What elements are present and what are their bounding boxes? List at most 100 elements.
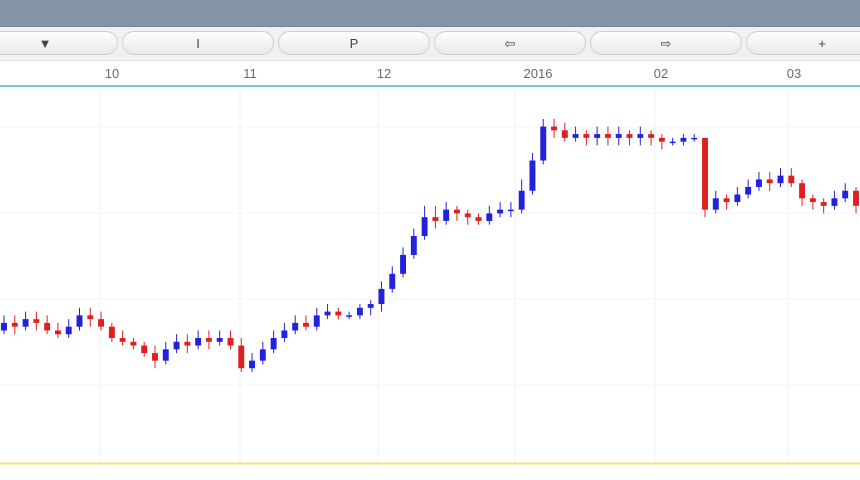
candle-down [130, 341, 137, 346]
candle-down [551, 126, 557, 131]
candle-up [594, 134, 601, 138]
candle-up [367, 304, 374, 308]
candle-down [453, 209, 460, 214]
scroll-left-button[interactable]: ⇦ [434, 31, 586, 55]
candle-down [238, 345, 245, 369]
chart-area[interactable] [0, 87, 860, 480]
scroll-right-button[interactable]: ⇨ [590, 31, 742, 55]
candle-up [572, 134, 579, 138]
p-icon: P [349, 35, 359, 51]
candle-down [184, 341, 191, 346]
candle-up [195, 338, 202, 346]
candle-down [98, 319, 105, 327]
candle-up [259, 349, 266, 361]
candle-up [389, 273, 396, 289]
candle-down [583, 134, 590, 138]
candle-up [615, 134, 622, 138]
candle-down [152, 353, 158, 361]
candle-up [65, 326, 72, 335]
double-arrow-right-icon: ⇨ [660, 35, 672, 51]
candle-down [799, 183, 806, 199]
candle-up [680, 137, 687, 142]
zoom-in-button[interactable]: + [746, 31, 860, 55]
candle-down [227, 338, 234, 346]
candle-up [529, 160, 536, 191]
chart-toolbar: ▼ I P ⇦ ⇨ + [0, 27, 860, 61]
candle-up [691, 137, 698, 140]
p-button[interactable]: P [278, 31, 430, 55]
candle-up [518, 190, 525, 210]
candle-up [313, 315, 320, 327]
candle-up [777, 175, 784, 184]
double-arrow-left-icon: ⇦ [504, 35, 516, 51]
candle-up [734, 194, 741, 203]
candle-up [410, 236, 417, 255]
candle-up [842, 190, 849, 199]
time-axis: 10 11 12 2016 02 03 [0, 61, 860, 87]
candle-up [507, 209, 514, 212]
candle-up [421, 217, 428, 237]
time-axis-label: 11 [243, 66, 257, 81]
candle-down [432, 217, 439, 221]
candle-down [335, 311, 342, 316]
candle-down [141, 345, 148, 354]
time-axis-label: 02 [653, 66, 669, 81]
candle-down [702, 137, 708, 210]
time-axis-label: 03 [786, 66, 802, 81]
time-axis-label: 10 [104, 66, 120, 81]
candle-down [475, 217, 482, 221]
window-title-bar [0, 0, 860, 27]
candle-down [853, 190, 859, 206]
candle-down [119, 338, 126, 342]
candle-down [723, 198, 730, 203]
candle-down [809, 198, 816, 203]
candle-up [216, 338, 223, 342]
candle-down [54, 330, 61, 335]
candle-down [766, 179, 773, 184]
dropdown-button[interactable]: ▼ [0, 31, 118, 55]
cursor-button[interactable]: I [122, 31, 274, 55]
candle-up [281, 330, 288, 339]
candle-down [108, 326, 115, 339]
candle-up [669, 141, 676, 144]
candle-down [33, 319, 40, 323]
plus-icon: + [818, 35, 826, 51]
candle-up [1, 322, 7, 331]
candle-up [486, 213, 493, 221]
candle-up [346, 315, 353, 317]
candle-down [626, 134, 633, 138]
candle-up [540, 126, 547, 161]
candle-down [11, 322, 18, 327]
candle-up [831, 198, 838, 206]
candle-up [162, 349, 169, 361]
candle-down [464, 213, 471, 218]
candle-down [303, 322, 309, 327]
time-axis-label: 12 [376, 66, 392, 81]
candle-up [745, 186, 752, 195]
candle-down [648, 134, 655, 138]
triangle-down-icon: ▼ [38, 35, 52, 51]
candle-down [561, 130, 568, 138]
candle-up [443, 209, 450, 221]
candle-down [604, 134, 611, 138]
candle-down [820, 202, 827, 206]
candle-up [292, 322, 299, 331]
candle-down [44, 322, 51, 331]
candle-up [378, 288, 385, 305]
candle-down [658, 137, 665, 142]
candle-up [76, 315, 83, 327]
candle-up [712, 198, 719, 210]
time-axis-label: 2016 [523, 66, 553, 81]
candlestick-chart [0, 87, 860, 465]
cursor-icon: I [196, 35, 200, 51]
candle-down [87, 315, 94, 320]
candle-up [22, 319, 29, 327]
candle-up [637, 134, 644, 138]
candle-up [173, 341, 180, 350]
candle-up [249, 360, 256, 369]
candle-up [356, 307, 363, 316]
candle-down [788, 175, 795, 184]
candle-up [497, 209, 504, 214]
candle-up [755, 179, 762, 187]
candle-up [270, 338, 277, 350]
